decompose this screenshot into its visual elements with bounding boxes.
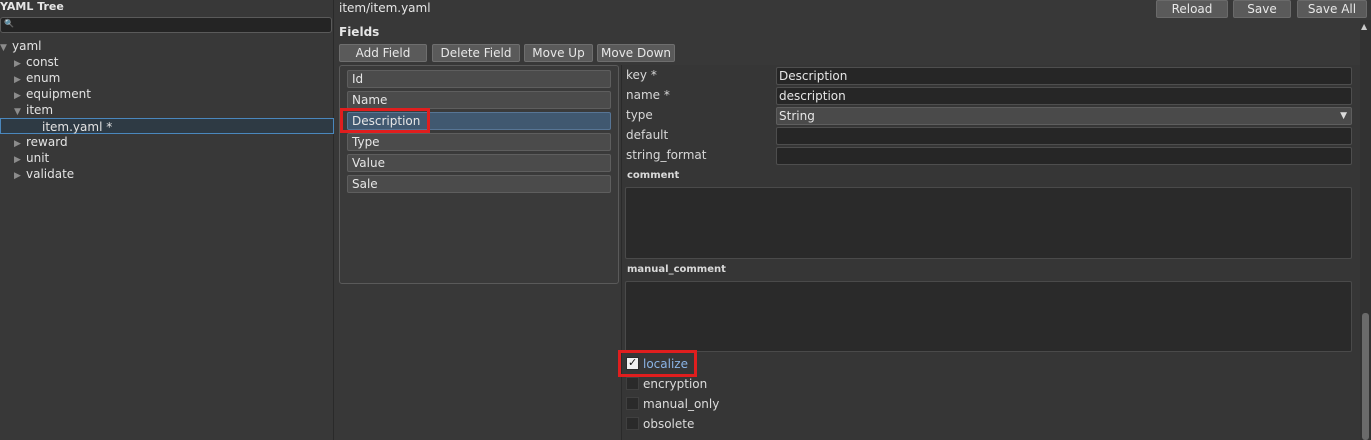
field-item-value[interactable]: Value (347, 154, 611, 172)
obsolete-checkbox-row[interactable]: obsolete (626, 417, 694, 433)
delete-field-button[interactable]: Delete Field (432, 44, 520, 62)
tree-node-label: reward (26, 135, 68, 149)
fields-title: Fields (339, 25, 380, 39)
vertical-scrollbar[interactable]: ▲ (1360, 20, 1371, 440)
save-all-button[interactable]: Save All (1297, 0, 1367, 18)
move-up-button[interactable]: Move Up (524, 44, 593, 62)
tree-search-input[interactable]: 🔍 (0, 17, 332, 33)
tree-title: YAML Tree (0, 0, 64, 13)
tree-node-yaml[interactable]: ▼ yaml (0, 38, 41, 54)
tree-node-item-yaml[interactable]: item.yaml * (0, 118, 334, 134)
tree-node-label: unit (26, 151, 50, 165)
file-title: item/item.yaml (339, 1, 431, 15)
reload-button[interactable]: Reload (1156, 0, 1228, 18)
manual-comment-label: manual_comment (627, 264, 726, 275)
tree-node-equipment[interactable]: ▶ equipment (14, 86, 91, 102)
name-input[interactable]: description (776, 87, 1352, 105)
localize-checkbox-row[interactable]: localize (626, 356, 688, 373)
tree-node-label: yaml (12, 39, 42, 53)
manual-only-label: manual_only (643, 397, 720, 411)
obsolete-label: obsolete (643, 417, 695, 431)
tree-node-item[interactable]: ▼ item (14, 102, 53, 118)
string-format-input[interactable] (776, 147, 1352, 165)
tree-node-validate[interactable]: ▶ validate (14, 166, 74, 182)
field-item-description[interactable]: Description (347, 112, 611, 130)
manual-only-checkbox[interactable] (626, 397, 639, 410)
comment-textarea[interactable] (625, 187, 1352, 259)
field-item-sale[interactable]: Sale (347, 175, 611, 193)
default-label: default (626, 128, 669, 142)
tree-node-label: equipment (26, 87, 91, 101)
key-input[interactable]: Description (776, 67, 1352, 85)
tree-node-const[interactable]: ▶ const (14, 54, 59, 70)
scroll-up-arrow-icon[interactable]: ▲ (1361, 22, 1367, 31)
move-down-button[interactable]: Move Down (597, 44, 675, 62)
search-icon: 🔍 (4, 19, 14, 28)
manual-comment-textarea[interactable] (625, 281, 1352, 352)
type-select[interactable]: String ▼ (776, 107, 1352, 125)
tree-node-label: item.yaml * (42, 120, 113, 134)
manual-only-checkbox-row[interactable]: manual_only (626, 397, 719, 413)
field-list: Id Name Description Type Value Sale (339, 65, 619, 284)
type-select-value: String (779, 109, 815, 123)
field-item-name[interactable]: Name (347, 91, 611, 109)
tree-node-reward[interactable]: ▶ reward (14, 134, 68, 150)
localize-label: localize (643, 357, 688, 371)
collapsed-triangle-icon: ▶ (14, 171, 21, 181)
tree-node-label: validate (26, 167, 75, 181)
tree-node-unit[interactable]: ▶ unit (14, 150, 49, 166)
obsolete-checkbox[interactable] (626, 417, 639, 430)
encryption-checkbox[interactable] (626, 377, 639, 390)
name-label: name * (626, 88, 670, 102)
type-label: type (626, 108, 653, 122)
key-label: key * (626, 68, 657, 82)
expanded-triangle-icon: ▼ (0, 43, 7, 53)
localize-checkbox[interactable] (626, 356, 639, 370)
field-item-id[interactable]: Id (347, 70, 611, 88)
tree-node-label: const (26, 55, 59, 69)
dropdown-arrow-icon: ▼ (1340, 111, 1347, 121)
default-input[interactable] (776, 127, 1352, 145)
add-field-button[interactable]: Add Field (339, 44, 427, 62)
tree-node-label: item (26, 103, 54, 117)
scrollbar-thumb[interactable] (1362, 313, 1369, 440)
tree-node-label: enum (26, 71, 61, 85)
encryption-checkbox-row[interactable]: encryption (626, 377, 707, 393)
save-button[interactable]: Save (1233, 0, 1291, 18)
comment-label: comment (627, 170, 680, 181)
string-format-label: string_format (626, 148, 707, 162)
tree-node-enum[interactable]: ▶ enum (14, 70, 60, 86)
encryption-label: encryption (643, 377, 708, 391)
field-item-type[interactable]: Type (347, 133, 611, 151)
